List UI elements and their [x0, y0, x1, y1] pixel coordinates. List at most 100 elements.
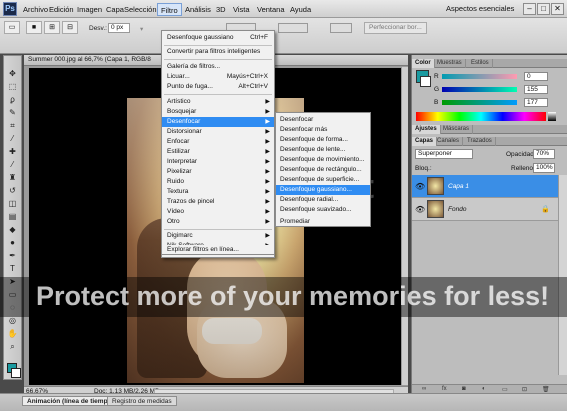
tab-muestras[interactable]: Muestras [434, 59, 466, 68]
submenu-item[interactable]: Desenfocar más [276, 125, 370, 135]
mask-icon[interactable]: ◙ [462, 386, 466, 392]
dodge-tool-icon[interactable]: ● [6, 237, 19, 248]
menu-seleccion[interactable]: Selección [121, 3, 160, 16]
fx-icon[interactable]: fx [442, 386, 447, 392]
color-spectrum[interactable] [416, 112, 546, 121]
lasso-tool-icon[interactable]: ϼ [6, 94, 19, 105]
background-color-swatch[interactable] [11, 368, 21, 378]
layer-row[interactable]: 👁 Capa 1 [412, 175, 558, 198]
maximize-button[interactable]: □ [537, 3, 550, 15]
submenu-item[interactable]: Desenfoque radial... [276, 195, 370, 205]
menu-item-smart-filters[interactable]: Convertir para filtros inteligentes [162, 47, 274, 57]
move-tool-icon[interactable]: ✥ [6, 68, 19, 79]
menu-filtro[interactable]: Filtro [157, 3, 182, 16]
new-selection-icon[interactable]: ■ [26, 21, 42, 34]
tab-animation[interactable]: Animación (línea de tiempo) [22, 396, 119, 406]
menu-item-distorsionar[interactable]: Distorsionar ▶ [162, 127, 274, 137]
menu-analisis[interactable]: Análisis [182, 3, 214, 16]
marquee-tool-icon[interactable]: ⬚ [6, 81, 19, 92]
brush-tool-icon[interactable]: ⁄ [6, 159, 19, 170]
quick-select-icon[interactable]: ✎ [6, 107, 19, 118]
submenu-item-promediar[interactable]: Promediar [275, 217, 371, 227]
r-value-field[interactable]: 0 [524, 72, 548, 81]
crop-tool-icon[interactable]: ⌗ [6, 120, 19, 131]
height-field[interactable] [278, 23, 308, 33]
menu-item-ruido[interactable]: Ruido ▶ [162, 177, 274, 187]
clone-stamp-icon[interactable]: ♜ [6, 172, 19, 183]
eyedropper-icon[interactable]: ⁄ [6, 133, 19, 144]
menu-item-liquify[interactable]: Licuar... Mayús+Ctrl+X [162, 72, 274, 82]
tab-mascaras[interactable]: Máscaras [440, 125, 474, 134]
feather-field[interactable]: 0 px [108, 23, 130, 33]
opacity-field[interactable]: 70% [533, 149, 555, 159]
new-layer-icon[interactable]: ⊡ [522, 386, 527, 393]
type-tool-icon[interactable]: T [6, 263, 19, 274]
submenu-item[interactable]: Desenfoque de superficie... [276, 175, 370, 185]
menu-item-video[interactable]: Vídeo ▶ [162, 207, 274, 217]
eraser-tool-icon[interactable]: ◫ [6, 198, 19, 209]
g-slider[interactable] [442, 87, 517, 92]
folder-icon[interactable]: ▭ [502, 386, 508, 393]
menu-ventana[interactable]: Ventana [254, 3, 288, 16]
submenu-item[interactable]: Desenfoque de rectángulo... [276, 165, 370, 175]
adjustment-icon[interactable]: ◐ [482, 386, 486, 392]
menu-item-interpretar[interactable]: Interpretar ▶ [162, 157, 274, 167]
menu-item-pixelizar[interactable]: Pixelizar ▶ [162, 167, 274, 177]
menu-item-estilizar[interactable]: Estilizar ▶ [162, 147, 274, 157]
b-slider[interactable] [442, 100, 517, 105]
gradient-tool-icon[interactable]: ▤ [6, 211, 19, 222]
menu-item-bosquejar[interactable]: Bosquejar ▶ [162, 107, 274, 117]
g-value-field[interactable]: 155 [524, 85, 548, 94]
tab-estilos[interactable]: Estilos [468, 59, 493, 68]
trash-icon[interactable]: 🗑 [542, 386, 550, 393]
menu-item-enfocar[interactable]: Enfocar ▶ [162, 137, 274, 147]
menu-imagen[interactable]: Imagen [74, 3, 105, 16]
submenu-item[interactable]: Desenfoque de forma... [276, 135, 370, 145]
menu-edicion[interactable]: Edición [46, 3, 77, 16]
submenu-item[interactable]: Desenfoque de lente... [276, 145, 370, 155]
subtract-selection-icon[interactable]: ⊟ [62, 21, 78, 34]
menu-vista[interactable]: Vista [230, 3, 253, 16]
menu-item-digimarc[interactable]: Digimarc ▶ [162, 231, 274, 241]
layers-scrollbar[interactable] [558, 175, 567, 375]
hand-tool-icon[interactable]: ✋ [6, 328, 19, 339]
menu-item-gaussian-blur[interactable]: Desenfoque gaussiano Ctrl+F [162, 33, 274, 43]
marquee-tool-icon[interactable]: ▭ [4, 21, 20, 34]
color-spectrum-bw[interactable] [548, 112, 556, 121]
r-slider[interactable] [442, 74, 517, 79]
menu-item-browse-online[interactable]: Explorar filtros en línea... [161, 245, 275, 255]
tab-color[interactable]: Color [412, 59, 435, 68]
color-background-swatch[interactable] [420, 76, 431, 87]
submenu-item[interactable]: Desenfoque suavizado... [276, 205, 370, 215]
workspace-switcher[interactable]: Aspectos esenciales [446, 4, 514, 13]
menu-item-textura[interactable]: Textura ▶ [162, 187, 274, 197]
menu-ayuda[interactable]: Ayuda [287, 3, 314, 16]
tab-ajustes[interactable]: Ajustes [412, 125, 441, 134]
tab-measurement-log[interactable]: Registro de medidas [107, 396, 177, 406]
ratio-field[interactable] [330, 23, 352, 33]
tab-canales[interactable]: Canales [434, 137, 464, 146]
fill-field[interactable]: 100% [533, 163, 555, 173]
menu-item-desenfocar[interactable]: Desenfocar ▶ [162, 117, 274, 127]
link-icon[interactable]: ∞ [422, 386, 426, 392]
eye-icon[interactable]: 👁 [415, 182, 425, 191]
submenu-item[interactable]: Desenfoque de movimiento... [276, 155, 370, 165]
menu-item-artistico[interactable]: Artístico ▶ [162, 97, 274, 107]
submenu-item-gaussian[interactable]: Desenfoque gaussiano... [276, 185, 370, 195]
menu-item-vanishing-point[interactable]: Punto de fuga... Alt+Ctrl+V [162, 82, 274, 92]
menu-item-trazos-pincel[interactable]: Trazos de pincel ▶ [162, 197, 274, 207]
tab-trazados[interactable]: Trazados [464, 137, 496, 146]
history-brush-icon[interactable]: ↺ [6, 185, 19, 196]
menu-3d[interactable]: 3D [213, 3, 229, 16]
zoom-tool-icon[interactable]: ⌕ [6, 341, 19, 352]
vertical-scrollbar[interactable] [402, 67, 408, 385]
menu-item-filter-gallery[interactable]: Galería de filtros... [162, 62, 274, 72]
pen-tool-icon[interactable]: ✒ [6, 250, 19, 261]
blur-tool-icon[interactable]: ◆ [6, 224, 19, 235]
add-selection-icon[interactable]: ⊞ [44, 21, 60, 34]
b-value-field[interactable]: 177 [524, 98, 548, 107]
menu-item-otro[interactable]: Otro ▶ [162, 217, 274, 227]
refine-edge-button[interactable]: Perfeccionar bor... [364, 22, 427, 34]
submenu-item[interactable]: Desenfocar [276, 115, 370, 125]
close-button[interactable]: ✕ [551, 3, 564, 15]
